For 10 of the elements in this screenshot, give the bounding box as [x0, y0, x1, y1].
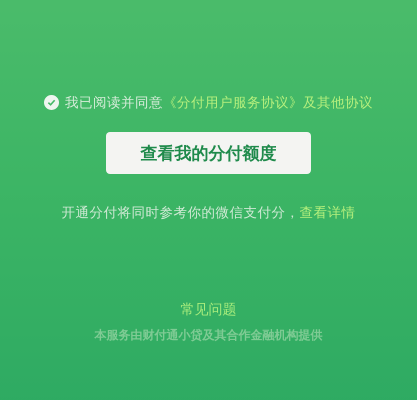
view-limit-button[interactable]: 查看我的分付额度 [106, 132, 311, 174]
agreement-link[interactable]: 《分付用户服务协议》 [163, 95, 303, 111]
checkmark-icon [47, 98, 56, 107]
agreement-text: 我已阅读并同意《分付用户服务协议》及其他协议 [65, 94, 373, 113]
details-link[interactable]: 查看详情 [300, 205, 356, 221]
footer-text: 本服务由财付通小贷及其合作金融机构提供 [94, 327, 322, 344]
checkbox[interactable] [44, 95, 59, 110]
faq-link[interactable]: 常见问题 [180, 301, 236, 319]
notice-text: 开通分付将同时参考你的微信支付分，查看详情 [62, 204, 356, 222]
agreement-link[interactable]: 及其他协议 [303, 95, 373, 111]
